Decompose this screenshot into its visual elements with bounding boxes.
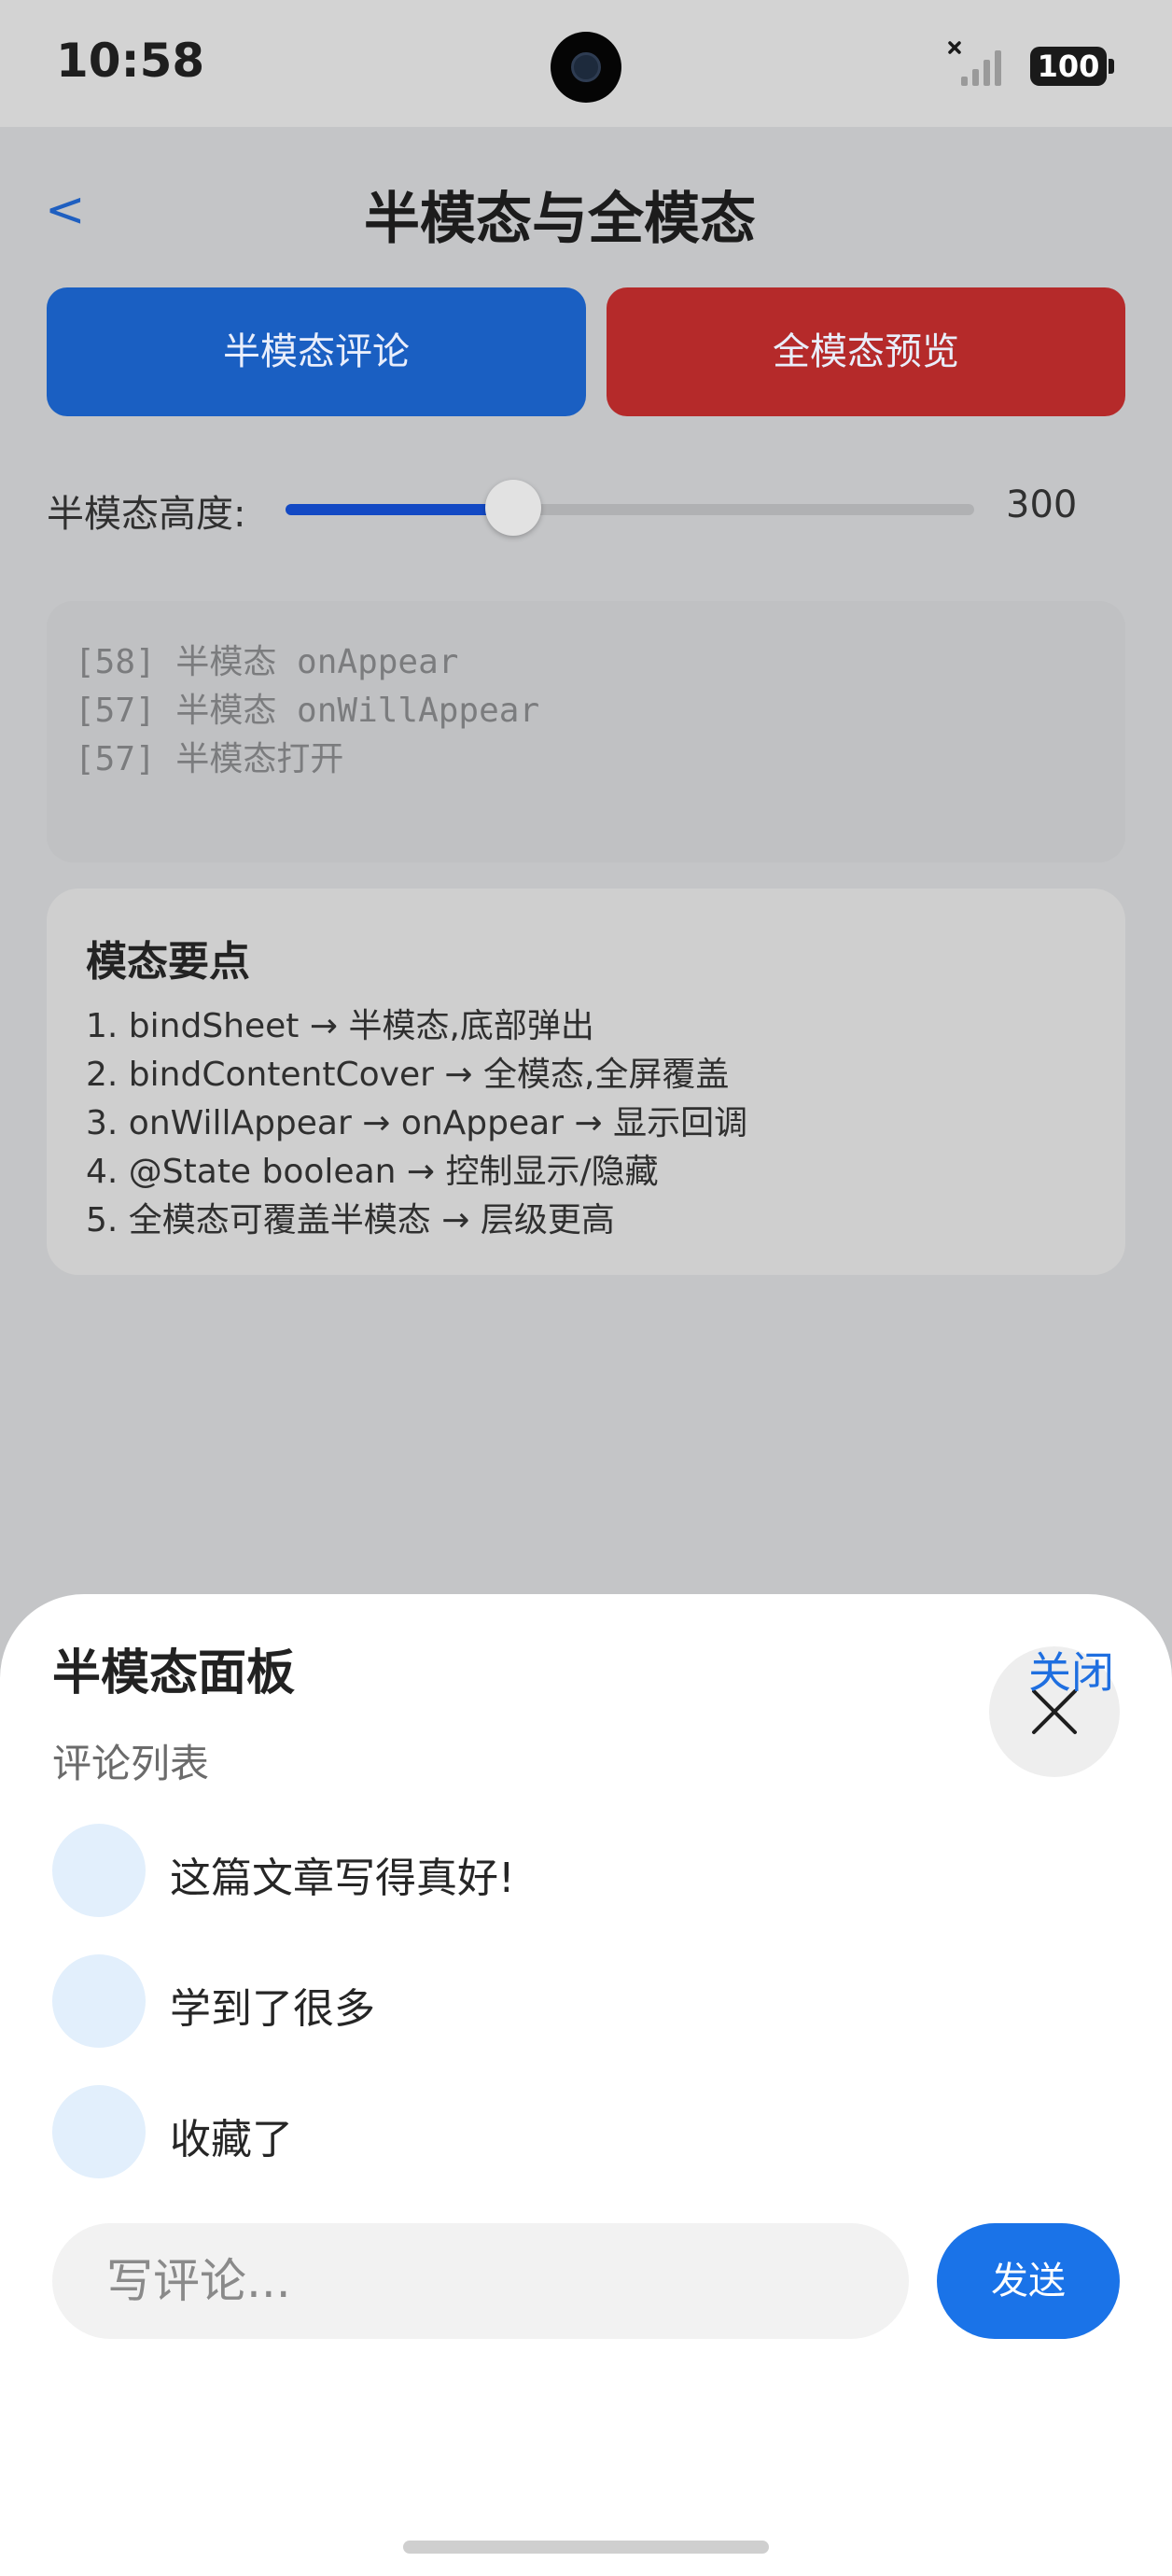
battery-level: 100: [1030, 47, 1107, 86]
modal-tips-card: 模态要点 1. bindSheet → 半模态,底部弹出 2. bindCont…: [47, 889, 1125, 1275]
sheet-title: 半模态面板: [52, 1645, 296, 1701]
front-camera: [551, 32, 621, 103]
tip-item: 5. 全模态可覆盖半模态 → 层级更高: [86, 1201, 615, 1239]
list-item: 这篇文章写得真好!: [52, 1824, 1079, 1917]
full-modal-preview-button[interactable]: 全模态预览: [607, 287, 1125, 416]
signal-off-icon: [948, 41, 1001, 86]
log-line: [57] 半模态 onWillAppear: [75, 692, 540, 730]
list-item: 学到了很多: [52, 1954, 1079, 2048]
log-line: [57] 半模态打开: [75, 740, 344, 778]
comment-text: 收藏了: [170, 2116, 293, 2163]
tip-item: 1. bindSheet → 半模态,底部弹出: [86, 1007, 594, 1045]
slider-thumb[interactable]: [484, 480, 541, 536]
tips-title: 模态要点: [86, 938, 250, 986]
comment-text: 这篇文章写得真好!: [170, 1855, 515, 1902]
tip-item: 4. @State boolean → 控制显示/隐藏: [86, 1153, 659, 1191]
half-modal-comment-button[interactable]: 半模态评论: [47, 287, 586, 416]
status-time: 10:58: [56, 34, 205, 88]
tip-item: 2. bindContentCover → 全模态,全屏覆盖: [86, 1056, 730, 1094]
event-log: [58] 半模态 onAppear [57] 半模态 onWillAppear …: [47, 601, 1125, 862]
screen: 10:58 100 < 半模态与全模态 半模态评论 全模态预览 半模态高度: 3…: [0, 0, 1172, 2576]
status-bar: 10:58 100: [0, 0, 1172, 127]
log-line: [58] 半模态 onAppear: [75, 643, 459, 681]
close-text-button[interactable]: 关闭: [1028, 1639, 1114, 1701]
home-indicator[interactable]: [403, 2541, 769, 2554]
comment-list-label: 评论列表: [52, 1741, 210, 1786]
battery-icon: 100: [1030, 47, 1114, 86]
sheet-height-label: 半模态高度:: [47, 493, 246, 536]
avatar: [52, 1954, 146, 2048]
list-item: 收藏了: [52, 2085, 1079, 2178]
slider-fill: [286, 504, 513, 515]
avatar: [52, 2085, 146, 2178]
half-modal-sheet: 半模态面板 关闭 评论列表 这篇文章写得真好! 学到了很多 收藏了 发送: [0, 1594, 1172, 2576]
sheet-height-slider[interactable]: [286, 480, 974, 536]
comment-input[interactable]: [52, 2223, 909, 2339]
page-title: 半模态与全模态: [364, 187, 756, 252]
send-button[interactable]: 发送: [937, 2223, 1120, 2339]
avatar: [52, 1824, 146, 1917]
sheet-height-value: 300: [1006, 483, 1078, 526]
tip-item: 3. onWillAppear → onAppear → 显示回调: [86, 1104, 748, 1142]
comment-text: 学到了很多: [170, 1985, 375, 2033]
